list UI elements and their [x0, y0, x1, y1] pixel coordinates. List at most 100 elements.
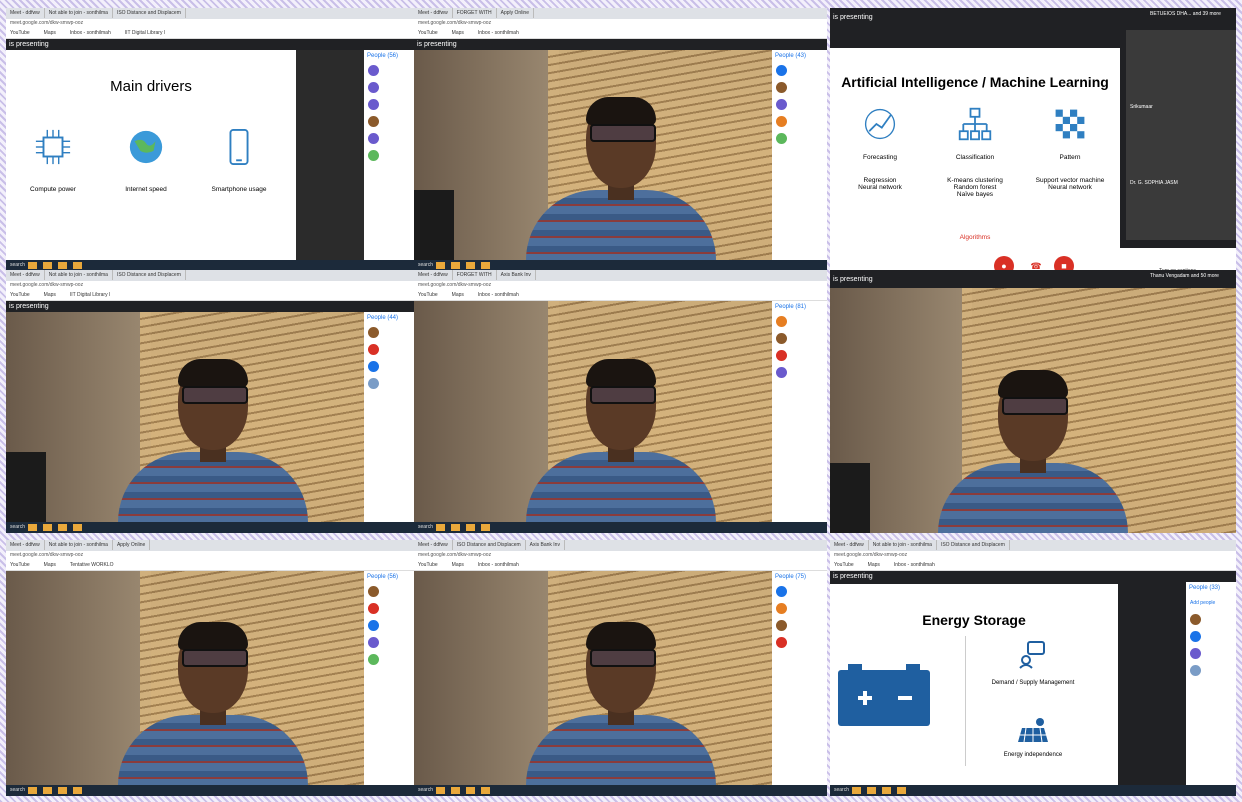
tile-energy-storage: Meet - ddfww Not able to join - sonthilma… — [830, 540, 1236, 796]
bookmarks-bar[interactable]: YouTube Maps IIT Digital Library l — [6, 290, 419, 301]
speaker — [525, 90, 716, 260]
list-item[interactable] — [364, 375, 419, 392]
list-item[interactable] — [772, 79, 827, 96]
bookmarks-bar[interactable]: YouTube Maps Inbox - sonthilmah — [414, 290, 827, 301]
browser-tabbar[interactable]: Meet - ddfww FORGET WITH Apply Online — [414, 8, 827, 19]
people-panel: People (56) — [364, 571, 419, 785]
slide-title: Artificial Intelligence / Machine Learni… — [841, 73, 1109, 90]
windows-taskbar[interactable]: search — [414, 522, 827, 533]
list-item[interactable] — [772, 600, 827, 617]
list-item[interactable] — [364, 324, 419, 341]
browser-tabbar[interactable]: Meet - ddfww ISO Distance and Displacem Ax… — [414, 540, 827, 551]
checker-pattern-icon — [1055, 109, 1085, 139]
participant-thumbnails: Srikumaar Dr. G. SOPHIA JASM — [1126, 30, 1236, 240]
list-item[interactable] — [772, 617, 827, 634]
windows-taskbar[interactable]: search — [830, 785, 1236, 796]
pattern-col: Pattern Support vector machine Neural ne… — [1020, 106, 1120, 191]
add-people-button[interactable]: Add people — [1186, 594, 1236, 611]
avatar — [776, 350, 787, 361]
list-item[interactable] — [364, 600, 419, 617]
browser-tabbar[interactable]: Meet - ddfww Not able to join - sonthilma… — [6, 540, 419, 551]
avatar — [368, 150, 379, 161]
list-item[interactable] — [364, 79, 419, 96]
list-item[interactable] — [364, 113, 419, 130]
url-bar[interactable]: meet.google.com/dkw-smwp-ooz — [6, 281, 419, 290]
list-item[interactable] — [364, 341, 419, 358]
list-item[interactable] — [772, 313, 827, 330]
url-bar[interactable]: meet.google.com/dkw-smwp-ooz — [6, 551, 419, 560]
people-panel: People (43) — [772, 50, 827, 260]
list-item[interactable] — [772, 347, 827, 364]
list-item[interactable] — [772, 364, 827, 381]
list-item[interactable] — [364, 130, 419, 147]
bookmarks-bar[interactable]: YouTube Maps Inbox - sonthilmah — [414, 28, 827, 39]
people-count[interactable]: People (56) — [364, 50, 419, 62]
url-bar[interactable]: meet.google.com/dkw-smwp-ooz — [414, 551, 827, 560]
list-item[interactable] — [772, 130, 827, 147]
list-item[interactable] — [772, 113, 827, 130]
list-item[interactable] — [364, 617, 419, 634]
avatar — [776, 367, 787, 378]
presenting-label: is presenting — [6, 301, 419, 312]
bookmarks-bar[interactable]: YouTube Maps Tentative WORKLO — [6, 560, 419, 571]
list-item[interactable] — [364, 96, 419, 113]
avatar — [368, 82, 379, 93]
list-item[interactable] — [364, 358, 419, 375]
people-panel: People (75) — [772, 571, 827, 785]
bookmarks-bar[interactable]: YouTube Maps Inbox - sonthilmah — [830, 560, 1236, 571]
browser-tabbar[interactable]: Meet - ddfww Not able to join - sonthilma… — [830, 540, 1236, 551]
windows-taskbar[interactable]: search — [6, 522, 419, 533]
url-bar[interactable]: meet.google.com/dkw-smwp-ooz — [830, 551, 1236, 560]
bookmarks-bar[interactable]: YouTube Maps Inbox - sonthilmah IIT Digital… — [6, 28, 419, 39]
slide-title: Energy Storage — [922, 611, 1026, 628]
people-count[interactable]: People (75) — [772, 571, 827, 583]
list-item[interactable] — [364, 583, 419, 600]
browser-tabbar[interactable]: Meet - ddfww Not able to join - sonthilma… — [6, 8, 419, 19]
list-item[interactable] — [364, 147, 419, 164]
url-bar[interactable]: meet.google.com/dkw-smwp-ooz — [414, 281, 827, 290]
speaker — [117, 615, 308, 785]
avatar — [368, 116, 379, 127]
list-item[interactable] — [364, 651, 419, 668]
algorithms-label: Algorithms — [959, 234, 991, 241]
avatar — [368, 344, 379, 355]
bookmarks-bar[interactable]: YouTube Maps Inbox - sonthilmah — [414, 560, 827, 571]
avatar — [1190, 665, 1201, 676]
list-item[interactable] — [1186, 611, 1236, 628]
tile-webcam: Meet - ddfww FORGET WITH Axis Bank Inv mee… — [414, 270, 827, 533]
people-count[interactable]: People (56) — [364, 571, 419, 583]
people-count[interactable]: People (43) — [772, 50, 827, 62]
people-count[interactable]: People (44) — [364, 312, 419, 324]
col-sub: K-means clustering Random forest Naïve b… — [947, 177, 1003, 198]
avatar — [368, 654, 379, 665]
avatar — [776, 116, 787, 127]
list-item[interactable] — [772, 634, 827, 651]
drv-label: Compute power — [30, 186, 76, 193]
windows-taskbar[interactable]: search — [414, 785, 827, 796]
list-item[interactable] — [1186, 628, 1236, 645]
list-item[interactable] — [772, 96, 827, 113]
browser-tabbar[interactable]: Meet - ddfww FORGET WITH Axis Bank Inv — [414, 270, 827, 281]
col-sub: Support vector machine Neural network — [1035, 177, 1105, 191]
col-label: Pattern — [1059, 154, 1081, 161]
smartphone-icon — [229, 128, 249, 166]
avatar — [368, 327, 379, 338]
list-item[interactable] — [364, 634, 419, 651]
windows-taskbar[interactable]: search — [6, 785, 419, 796]
list-item[interactable] — [1186, 662, 1236, 679]
tile-webcam: Meet - ddfww Not able to join - sonthilma… — [6, 270, 419, 533]
people-count[interactable]: People (81) — [772, 301, 827, 313]
list-item[interactable] — [1186, 645, 1236, 662]
tile-main-drivers: Meet - ddfww Not able to join - sonthilma… — [6, 8, 419, 271]
forecasting-col: Forecasting Regression Neural network — [830, 106, 930, 191]
people-count[interactable]: People (33) — [1186, 582, 1236, 594]
url-bar[interactable]: meet.google.com/dkw-smwp-ooz — [6, 19, 419, 28]
list-item[interactable] — [772, 330, 827, 347]
list-item[interactable] — [772, 62, 827, 79]
url-bar[interactable]: meet.google.com/dkw-smwp-ooz — [414, 19, 827, 28]
list-item[interactable] — [364, 62, 419, 79]
avatar — [776, 637, 787, 648]
browser-tabbar[interactable]: Meet - ddfww Not able to join - sonthilma… — [6, 270, 419, 281]
list-item[interactable] — [772, 583, 827, 600]
avatar — [776, 65, 787, 76]
